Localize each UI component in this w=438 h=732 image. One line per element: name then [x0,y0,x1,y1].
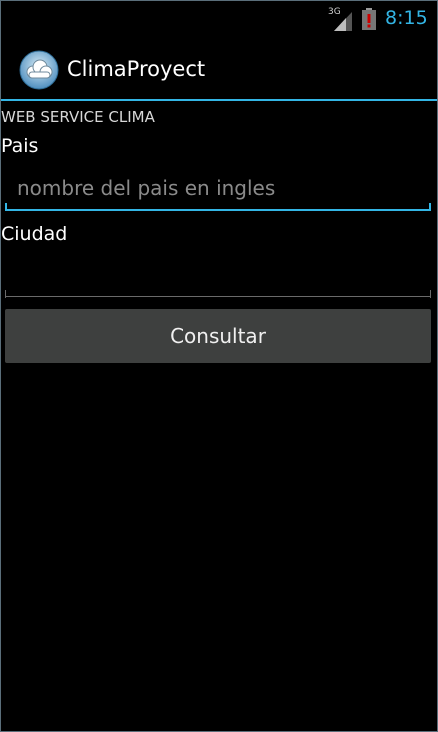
status-clock: 8:15 [385,7,428,29]
country-input-underline [5,203,431,211]
city-label: Ciudad [1,223,68,245]
city-input-underline [5,290,431,298]
signal-icon [334,12,352,31]
network-indicator: 3G [328,7,352,31]
action-bar: ClimaProyect [1,37,437,99]
status-bar: 3G 8:15 [1,1,437,37]
app-screen: 3G 8:15 ClimaProyect WEB SERVICE CLIMA P… [0,0,438,732]
section-title: WEB SERVICE CLIMA [1,108,155,126]
cloud-app-icon[interactable] [19,50,59,90]
action-bar-divider [1,99,437,101]
battery-alert-icon [362,8,376,30]
consultar-button[interactable]: Consultar [5,309,431,363]
country-label: Pais [1,135,39,157]
app-title: ClimaProyect [67,57,206,81]
